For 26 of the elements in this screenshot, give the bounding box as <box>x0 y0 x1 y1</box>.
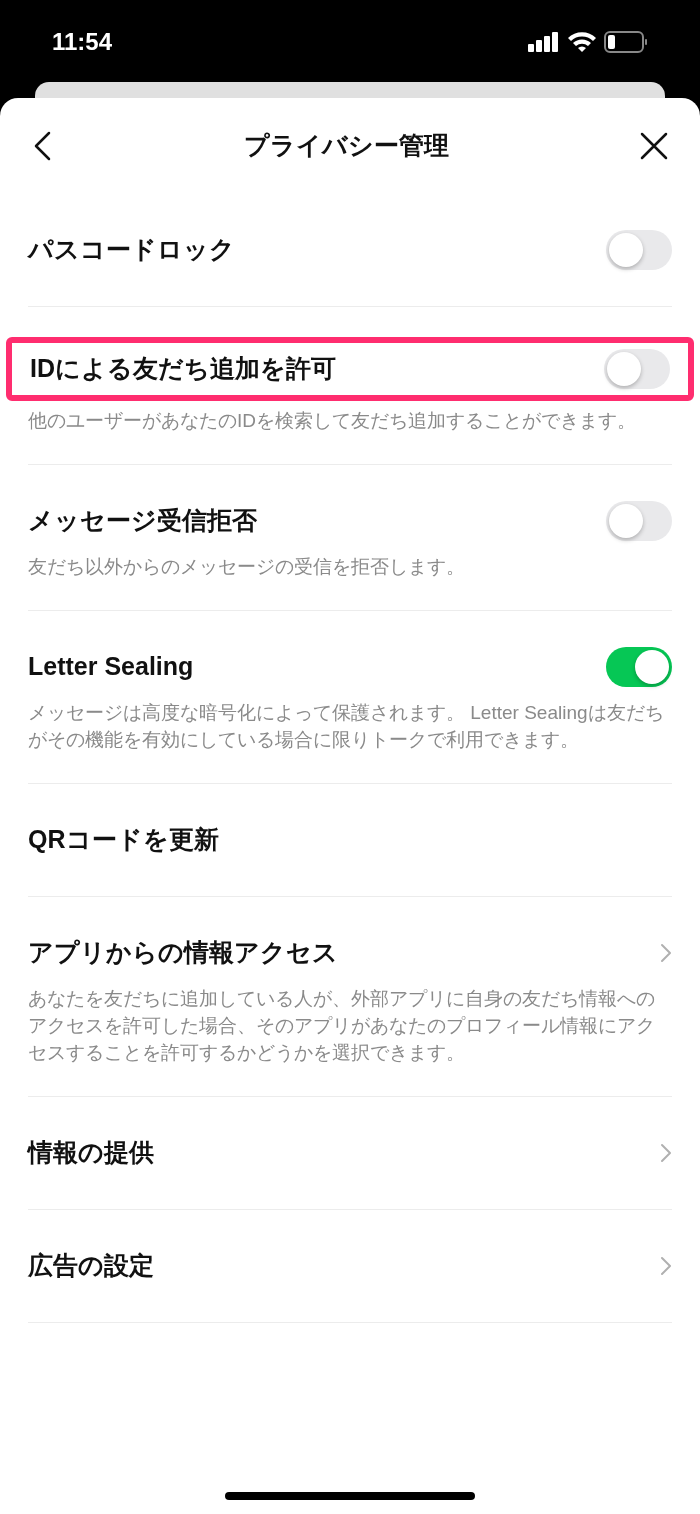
wifi-icon <box>568 32 596 52</box>
setting-label: アプリからの情報アクセス <box>28 937 338 969</box>
setting-description: 他のユーザーがあなたのIDを検索して友だち追加することができます。 <box>28 409 637 433</box>
setting-label: Letter Sealing <box>28 651 194 683</box>
page-title: プライバシー管理 <box>243 130 449 162</box>
setting-label: 広告の設定 <box>28 1250 154 1282</box>
toggle-switch[interactable] <box>604 349 670 389</box>
toggle-switch[interactable] <box>606 647 672 687</box>
setting-label: IDによる友だち追加を許可 <box>30 353 336 385</box>
setting-description: あなたを友だちに追加している人が、外部アプリに自身の友だち情報へのアクセスを許可した場合、そのアプリがあなたのプロフィール情報にアクセスすることを許可するかどうかを選択できます。 <box>28 987 656 1065</box>
chevron-right-icon <box>660 1143 672 1163</box>
setting-label: パスコードロック <box>28 234 235 266</box>
back-icon[interactable] <box>32 131 52 161</box>
chevron-right-icon <box>660 943 672 963</box>
battery-icon <box>604 31 648 53</box>
setting-description: 友だち以外からのメッセージの受信を拒否します。 <box>28 555 466 579</box>
chevron-right-icon <box>660 1256 672 1276</box>
setting-description: メッセージは高度な暗号化によって保護されます。 Letter Sealingは友だちがその機能を有効にしている場合に限りトークで利用できます。 <box>28 701 665 752</box>
setting-label: メッセージ受信拒否 <box>28 505 257 537</box>
signal-icon <box>528 32 560 52</box>
setting-label: 情報の提供 <box>28 1137 154 1169</box>
toggle-switch[interactable] <box>606 501 672 541</box>
toggle-switch[interactable] <box>606 230 672 270</box>
close-icon[interactable] <box>640 132 668 160</box>
setting-label: QRコードを更新 <box>28 824 219 856</box>
status-time: 11:54 <box>52 27 113 57</box>
